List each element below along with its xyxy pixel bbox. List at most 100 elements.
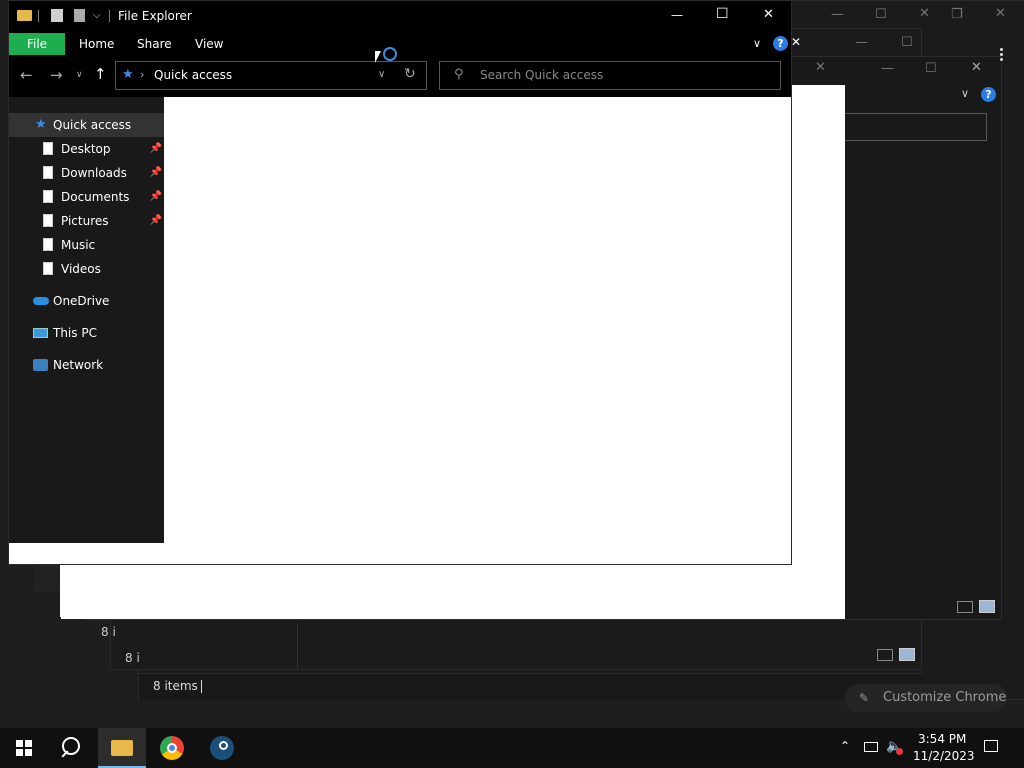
bg-front-minimize-button[interactable]: — bbox=[881, 61, 894, 76]
minimize-button[interactable]: — bbox=[671, 8, 683, 22]
help-icon[interactable]: ? bbox=[773, 36, 788, 51]
videos-icon bbox=[43, 262, 53, 275]
onedrive-cloud-icon bbox=[33, 297, 49, 305]
windows-logo-icon bbox=[16, 740, 32, 756]
status-bar bbox=[9, 543, 164, 564]
tab-view[interactable]: View bbox=[195, 33, 223, 55]
bg-front-close2-button[interactable]: ✕ bbox=[971, 60, 982, 75]
close-button[interactable]: ✕ bbox=[763, 7, 774, 22]
pin-icon[interactable]: 📌 bbox=[150, 185, 162, 209]
nav-item-desktop[interactable]: Desktop 📌 bbox=[9, 137, 164, 161]
desktop-icon bbox=[43, 142, 53, 155]
search-button[interactable] bbox=[48, 728, 96, 768]
new-folder-icon[interactable] bbox=[74, 9, 85, 22]
documents-icon bbox=[43, 190, 53, 203]
bg-back-maximize-button[interactable]: ☐ bbox=[875, 7, 887, 22]
nav-item-label: Music bbox=[61, 238, 96, 252]
recent-locations-icon[interactable]: ∨ bbox=[76, 70, 83, 80]
clock-date[interactable]: 11/2/2023 bbox=[913, 749, 975, 763]
busy-cursor-icon bbox=[383, 47, 397, 61]
folder-icon bbox=[17, 10, 32, 21]
title-bar: ⌵ File Explorer — ☐ ✕ bbox=[9, 1, 791, 33]
pin-icon[interactable]: 📌 bbox=[150, 161, 162, 185]
network-tray-icon[interactable] bbox=[864, 742, 878, 752]
nav-quick-access[interactable]: ★ Quick access bbox=[9, 113, 164, 137]
show-hidden-icons-chevron-icon[interactable]: ⌃ bbox=[840, 739, 850, 753]
nav-network-label: Network bbox=[53, 358, 104, 372]
large-icons-view-icon[interactable] bbox=[979, 600, 995, 613]
taskbar-steam[interactable] bbox=[198, 728, 246, 768]
nav-item-label: Videos bbox=[61, 262, 101, 276]
chrome-menu-icon[interactable] bbox=[1000, 48, 1003, 63]
bg-mid-status: 8 i bbox=[125, 651, 140, 665]
navigation-pane: ★ Quick access Desktop 📌 Downloads 📌 Doc… bbox=[9, 97, 164, 543]
file-explorer-icon bbox=[111, 740, 133, 756]
up-arrow-icon[interactable]: ↑ bbox=[94, 65, 107, 83]
chrome-center bbox=[167, 743, 177, 753]
nav-item-label: Pictures bbox=[61, 214, 109, 228]
back-arrow-icon[interactable]: ← bbox=[20, 66, 33, 84]
nav-item-documents[interactable]: Documents 📌 bbox=[9, 185, 164, 209]
nav-item-videos[interactable]: Videos bbox=[9, 257, 164, 281]
chevron-down-icon[interactable]: ⌵ bbox=[93, 10, 101, 21]
tab-file-label: File bbox=[26, 37, 48, 51]
refresh-icon[interactable]: ↻ bbox=[404, 66, 416, 82]
nav-network[interactable]: Network bbox=[9, 353, 164, 377]
nav-this-pc-label: This PC bbox=[53, 326, 97, 340]
forward-arrow-icon[interactable]: → bbox=[50, 66, 63, 84]
pin-icon[interactable]: 📌 bbox=[150, 209, 162, 233]
bg-back-statusbar: 8 items bbox=[139, 673, 924, 700]
customize-chrome-label: Customize Chrome bbox=[883, 690, 1007, 705]
help-icon[interactable]: ? bbox=[981, 87, 996, 102]
tab-file[interactable]: File bbox=[9, 33, 65, 55]
separator bbox=[38, 10, 39, 22]
tab-home[interactable]: Home bbox=[79, 33, 114, 55]
address-bar[interactable]: ★ › Quick access ∨ ↻ bbox=[115, 61, 427, 90]
text-cursor bbox=[201, 680, 202, 693]
bg-mid-maximize-button[interactable]: ☐ bbox=[901, 35, 913, 50]
taskbar: ⌃ 🔈 3:54 PM 11/2/2023 bbox=[0, 728, 1024, 768]
chevron-down-icon[interactable]: ∨ bbox=[961, 87, 969, 100]
maximize-button[interactable]: ☐ bbox=[716, 6, 729, 22]
details-view-icon[interactable] bbox=[877, 649, 893, 661]
customize-chrome-button[interactable]: ✎ Customize Chrome bbox=[845, 684, 1007, 712]
network-icon bbox=[33, 359, 48, 371]
notifications-icon[interactable] bbox=[984, 740, 998, 752]
nav-onedrive-label: OneDrive bbox=[53, 294, 110, 308]
tab-share[interactable]: Share bbox=[137, 33, 172, 55]
taskbar-file-explorer[interactable] bbox=[98, 728, 146, 768]
nav-this-pc[interactable]: This PC bbox=[9, 321, 164, 345]
details-view-icon[interactable] bbox=[957, 601, 973, 613]
clock-time[interactable]: 3:54 PM bbox=[918, 732, 966, 746]
breadcrumb-chevron-icon: › bbox=[140, 68, 145, 81]
nav-item-music[interactable]: Music bbox=[9, 233, 164, 257]
nav-quick-access-label: Quick access bbox=[53, 118, 132, 132]
quick-access-icon: ★ bbox=[122, 67, 134, 82]
bg-status-items: 8 items bbox=[153, 679, 198, 693]
chevron-down-icon[interactable]: ∨ bbox=[753, 37, 761, 50]
nav-onedrive[interactable]: OneDrive bbox=[9, 289, 164, 313]
bg-front-maximize-button[interactable]: ☐ bbox=[925, 61, 937, 76]
address-path: Quick access bbox=[154, 68, 233, 82]
start-button[interactable] bbox=[0, 728, 48, 768]
taskbar-chrome[interactable] bbox=[148, 728, 196, 768]
bg-back-minimize-button[interactable]: — bbox=[831, 7, 844, 22]
bg-back-close-button[interactable]: ✕ bbox=[919, 6, 930, 21]
nav-item-pictures[interactable]: Pictures 📌 bbox=[9, 209, 164, 233]
mouse-pointer-icon bbox=[375, 51, 381, 63]
content-area[interactable] bbox=[164, 97, 791, 564]
nav-item-label: Downloads bbox=[61, 166, 127, 180]
nav-item-downloads[interactable]: Downloads 📌 bbox=[9, 161, 164, 185]
pin-icon[interactable]: 📌 bbox=[150, 137, 162, 161]
bg-back-restore-button[interactable]: ❐ bbox=[951, 7, 963, 22]
bg-mid-minimize-button[interactable]: — bbox=[855, 35, 868, 50]
address-dropdown-icon[interactable]: ∨ bbox=[378, 69, 385, 80]
bg-front-close-button[interactable]: ✕ bbox=[815, 60, 826, 75]
bg-front-status: 8 i bbox=[101, 625, 116, 639]
bg-front-search-box[interactable] bbox=[839, 113, 987, 141]
properties-icon[interactable] bbox=[51, 9, 63, 22]
search-box[interactable]: ⚲ Search Quick access bbox=[439, 61, 781, 90]
bg-back-close2-button[interactable]: ✕ bbox=[995, 6, 1006, 21]
large-icons-view-icon[interactable] bbox=[899, 648, 915, 661]
close-icon[interactable]: ✕ bbox=[791, 35, 801, 49]
